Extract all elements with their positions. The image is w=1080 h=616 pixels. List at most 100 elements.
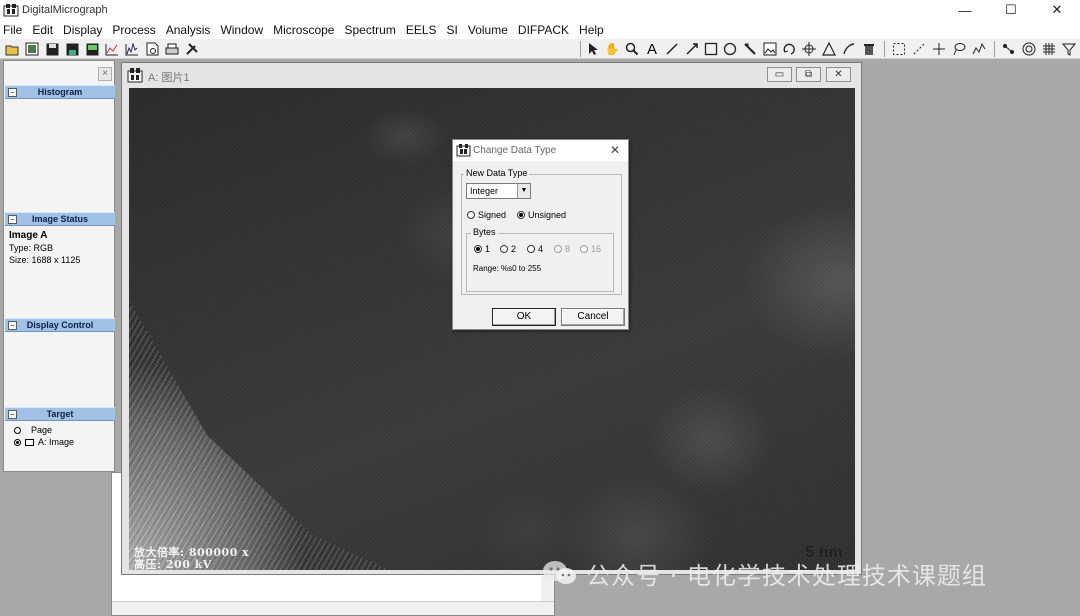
menu-analysis[interactable]: Analysis (166, 23, 211, 37)
minimize-button[interactable]: — (942, 0, 988, 20)
curve-tool-icon[interactable] (841, 41, 857, 57)
curve-icon[interactable] (971, 41, 987, 57)
collapse-icon[interactable]: − (8, 321, 17, 330)
save-display-icon[interactable] (84, 41, 100, 57)
radio-icon (554, 245, 562, 253)
rotate-icon[interactable] (781, 41, 797, 57)
image-name: Image A (9, 230, 48, 241)
change-data-type-dialog: Change Data Type ✕ New Data Type Integer… (452, 139, 629, 330)
floating-palette: × − Histogram − Image Status Image A Typ… (3, 60, 115, 472)
trash-icon[interactable] (861, 41, 877, 57)
target-header[interactable]: − Target (5, 407, 115, 421)
cancel-button[interactable]: Cancel (561, 308, 625, 326)
horizontal-scrollbar[interactable] (112, 601, 554, 615)
menu-display[interactable]: Display (63, 23, 102, 37)
new-data-type-label: New Data Type (464, 168, 530, 178)
menu-volume[interactable]: Volume (468, 23, 508, 37)
target-image[interactable]: A: Image (14, 437, 74, 447)
mask-icon[interactable] (1041, 41, 1057, 57)
image-minimize-button[interactable]: ▭ (767, 67, 792, 82)
radio-icon (527, 245, 535, 253)
range-text: Range: %s0 to 255 (473, 264, 542, 273)
dialog-titlebar[interactable]: Change Data Type ✕ (453, 140, 628, 161)
menu-process[interactable]: Process (112, 23, 155, 37)
text-icon[interactable]: A (644, 41, 660, 57)
open-icon[interactable] (4, 41, 20, 57)
menu-bar: File Edit Display Process Analysis Windo… (0, 20, 1080, 39)
filter-icon[interactable] (1061, 41, 1077, 57)
line-plot-icon[interactable] (104, 41, 120, 57)
save-icon[interactable] (44, 41, 60, 57)
move-icon[interactable] (801, 41, 817, 57)
zoom-icon[interactable] (624, 41, 640, 57)
menu-difpack[interactable]: DIFPACK (518, 23, 569, 37)
collapse-icon[interactable]: − (8, 88, 17, 97)
arrow-line-icon[interactable] (684, 41, 700, 57)
maximize-button[interactable]: ☐ (988, 0, 1034, 20)
rect-roi-icon[interactable] (891, 41, 907, 57)
page-icon[interactable] (144, 41, 160, 57)
dialog-app-icon (456, 144, 471, 157)
save-all-icon[interactable] (64, 41, 80, 57)
image-icon (25, 438, 34, 446)
toolbar-separator (580, 41, 581, 57)
unsigned-radio[interactable]: Unsigned (517, 210, 566, 220)
image-close-button[interactable]: ✕ (826, 67, 851, 82)
menu-spectrum[interactable]: Spectrum (344, 23, 395, 37)
oval-icon[interactable] (722, 41, 738, 57)
dialog-close-icon[interactable]: ✕ (610, 143, 620, 157)
histogram-header[interactable]: − Histogram (5, 85, 115, 99)
bytes-4-radio[interactable]: 4 (527, 244, 543, 254)
spot-icon[interactable] (821, 41, 837, 57)
dropdown-arrow-icon[interactable]: ▼ (517, 184, 530, 198)
radio-selected-icon (474, 245, 482, 253)
bytes-2-radio[interactable]: 2 (500, 244, 516, 254)
image-restore-button[interactable]: ⧉ (796, 67, 821, 82)
menu-help[interactable]: Help (579, 23, 604, 37)
line-icon[interactable] (664, 41, 680, 57)
palette-close-button[interactable]: × (98, 67, 112, 81)
image-roi-icon[interactable] (762, 41, 778, 57)
dialog-title: Change Data Type (473, 145, 557, 156)
wechat-logo-icon (543, 561, 576, 584)
open-image-icon[interactable] (24, 41, 40, 57)
points-icon[interactable] (1001, 41, 1017, 57)
pointer-icon[interactable] (585, 41, 601, 57)
target-icon[interactable] (1021, 41, 1037, 57)
menu-window[interactable]: Window (220, 23, 263, 37)
signed-radio[interactable]: Signed (467, 210, 506, 220)
line-roi-icon[interactable] (911, 41, 927, 57)
lasso-icon[interactable] (951, 41, 967, 57)
print-icon[interactable] (164, 41, 180, 57)
tools-icon[interactable] (184, 41, 200, 57)
collapse-icon[interactable]: − (8, 410, 17, 419)
collapse-icon[interactable]: − (8, 215, 17, 224)
image-window-titlebar[interactable]: A: 图片1 ▭ ⧉ ✕ (122, 63, 861, 87)
menu-file[interactable]: File (3, 23, 22, 37)
toolbar-separator (884, 41, 885, 57)
close-button[interactable]: ✕ (1034, 0, 1080, 20)
measure-icon[interactable] (742, 41, 758, 57)
rectangle-icon[interactable] (703, 41, 719, 57)
menu-microscope[interactable]: Microscope (273, 23, 334, 37)
radio-selected-icon (14, 438, 21, 446)
ok-button[interactable]: OK (492, 308, 556, 326)
app-icon (3, 4, 19, 17)
voltage-caption: 高压: 200 kV (134, 558, 212, 570)
radio-icon (500, 245, 508, 253)
image-type: Type: RGB (9, 243, 54, 253)
display-control-header[interactable]: − Display Control (5, 318, 115, 332)
image-status-header[interactable]: − Image Status (5, 212, 115, 226)
image-window-title: A: 图片1 (148, 72, 190, 84)
menu-edit[interactable]: Edit (32, 23, 53, 37)
bytes-label: Bytes (471, 227, 498, 237)
bytes-1-radio[interactable]: 1 (474, 244, 490, 254)
data-type-select[interactable]: Integer ▼ (466, 183, 531, 199)
hand-icon[interactable]: ✋ (604, 41, 620, 57)
profile-icon[interactable] (124, 41, 140, 57)
toolbar-separator (994, 41, 995, 57)
menu-eels[interactable]: EELS (406, 23, 437, 37)
target-page[interactable]: Page (14, 425, 52, 435)
point-roi-icon[interactable] (931, 41, 947, 57)
menu-si[interactable]: SI (447, 23, 458, 37)
